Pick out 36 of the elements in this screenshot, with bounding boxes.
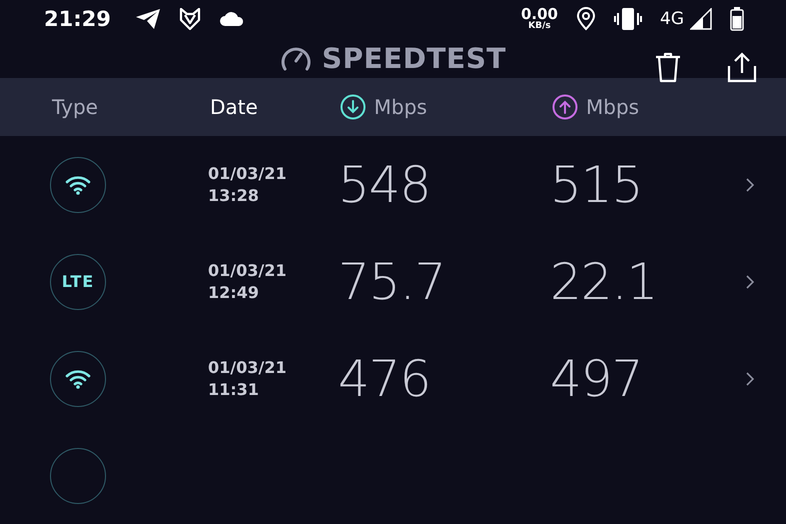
column-header[interactable]: Mbps (340, 94, 552, 120)
cloud-icon (218, 11, 245, 28)
app-title: SPEEDTEST (322, 42, 506, 75)
chevron-icon (746, 178, 754, 192)
upload-speed: 515 (550, 156, 642, 214)
test-date: 01/03/21 13:28 (208, 162, 288, 206)
chevron-icon (746, 274, 754, 288)
wifi-icon (65, 174, 91, 194)
network-speed: 0.00 (520, 7, 558, 22)
fox-icon (178, 8, 201, 30)
connection-badge (50, 448, 106, 504)
test-date: 01/03/21 12:49 (208, 260, 288, 304)
download-speed: 548 (338, 156, 430, 214)
speed-unit: KB/s (528, 22, 551, 32)
upload-speed: 497 (550, 350, 642, 408)
column-header[interactable]: Type (52, 94, 210, 119)
column-header[interactable]: Date (210, 94, 340, 119)
download-icon (340, 94, 366, 120)
network-type: 4G (660, 9, 684, 30)
vibrate-icon (614, 7, 642, 32)
clock: 21:29 (44, 7, 111, 32)
lte-label: LTE (62, 272, 94, 291)
speedometer-icon (280, 45, 312, 72)
share-button[interactable] (726, 50, 758, 83)
battery-icon (730, 7, 744, 32)
location-pin-icon (576, 7, 596, 32)
upload-icon (552, 94, 578, 120)
test-date: 01/03/21 11:31 (208, 356, 288, 400)
download-speed: 75.7 (338, 252, 446, 310)
download-speed: 476 (338, 350, 430, 408)
wifi-icon (65, 368, 91, 388)
upload-speed: 22.1 (550, 252, 658, 310)
paper-plane-icon (134, 8, 161, 30)
chevron-icon (746, 372, 754, 386)
signal-icon (690, 8, 712, 30)
column-header[interactable]: Mbps (552, 94, 786, 120)
